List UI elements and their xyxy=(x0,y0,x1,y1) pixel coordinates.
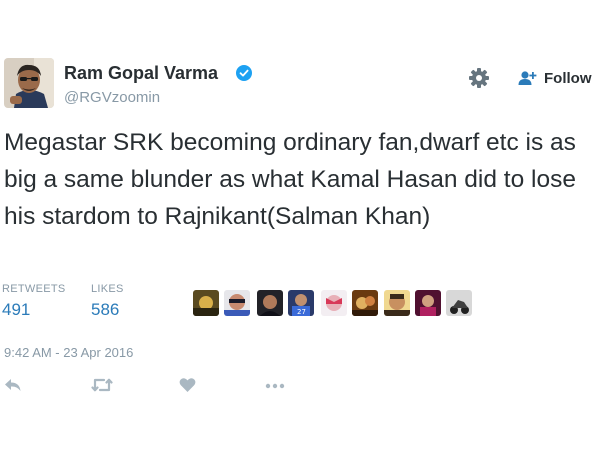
reply-icon[interactable] xyxy=(4,377,22,398)
follow-label: Follow xyxy=(544,69,592,87)
follow-button[interactable]: Follow xyxy=(518,66,592,90)
tweet-timestamp[interactable]: 9:42 AM - 23 Apr 2016 xyxy=(4,345,133,360)
likes-count: 586 xyxy=(91,300,120,319)
retweets-count: 491 xyxy=(2,300,31,319)
liker-avatar[interactable] xyxy=(193,290,219,316)
liker-avatar[interactable] xyxy=(415,290,441,316)
liker-avatar[interactable] xyxy=(352,290,378,316)
verified-badge-icon xyxy=(236,65,252,81)
retweets-label: RETWEETS xyxy=(2,283,66,295)
liker-avatar[interactable] xyxy=(257,290,283,316)
retweets-stat[interactable]: RETWEETS 491 xyxy=(2,283,66,320)
retweet-icon[interactable] xyxy=(91,377,113,398)
author-handle[interactable]: @RGVzoomin xyxy=(64,89,160,106)
liker-avatar[interactable] xyxy=(224,290,250,316)
heart-icon[interactable] xyxy=(179,377,196,398)
liker-avatar[interactable] xyxy=(321,290,347,316)
liker-avatar[interactable]: 27 xyxy=(288,290,314,316)
svg-text:27: 27 xyxy=(297,308,306,316)
add-user-icon xyxy=(518,70,538,86)
liker-avatar[interactable] xyxy=(384,290,410,316)
more-icon[interactable] xyxy=(264,377,286,398)
liker-avatar[interactable] xyxy=(446,290,472,316)
author-avatar[interactable] xyxy=(4,58,54,108)
gear-icon[interactable] xyxy=(468,67,490,89)
tweet-text: Megastar SRK becoming ordinary fan,dwarf… xyxy=(4,129,576,230)
author-name[interactable]: Ram Gopal Varma xyxy=(64,63,218,84)
likes-stat[interactable]: LIKES 586 xyxy=(91,283,124,320)
likes-label: LIKES xyxy=(91,283,124,295)
